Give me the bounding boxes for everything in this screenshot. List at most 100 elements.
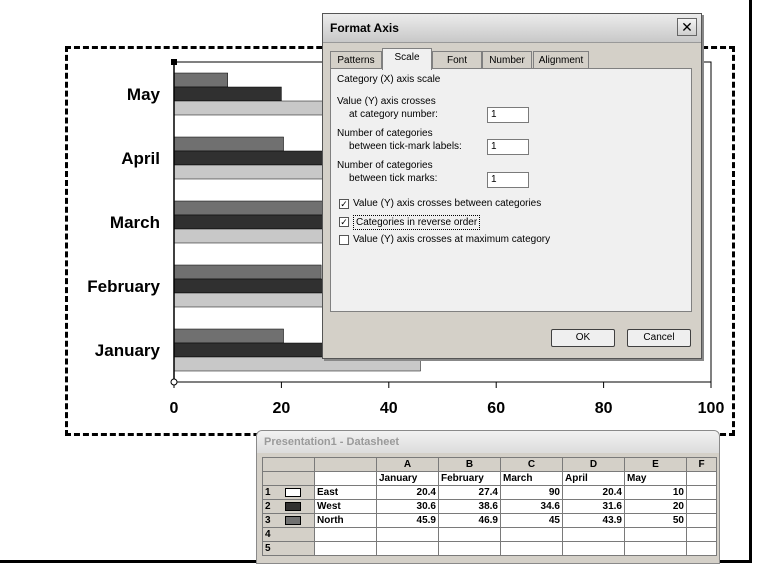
row-header[interactable]: 4: [262, 527, 315, 542]
scale-panel: Category (X) axis scale Value (Y) axis c…: [330, 68, 692, 312]
table-row: 5: [262, 541, 717, 556]
series-bar-icon: [284, 515, 301, 525]
cell[interactable]: [686, 485, 717, 500]
value-tick-label: 60: [487, 400, 505, 417]
tab-font[interactable]: Font: [432, 51, 482, 69]
value-cell[interactable]: [376, 527, 439, 542]
value-cell[interactable]: 50: [624, 513, 687, 528]
category-header-cell[interactable]: May: [624, 471, 687, 486]
value-cell[interactable]: [624, 527, 687, 542]
category-header-cell[interactable]: February: [438, 471, 501, 486]
category-row: January February March April May: [262, 471, 717, 486]
tab-number[interactable]: Number: [482, 51, 532, 69]
value-cell[interactable]: [562, 527, 625, 542]
value-cell[interactable]: 10: [624, 485, 687, 500]
cell[interactable]: [686, 527, 717, 542]
reverse-order-checkbox[interactable]: ✓: [339, 217, 349, 227]
ok-button[interactable]: OK: [551, 329, 615, 347]
crosses-between-label: Value (Y) axis crosses between categorie…: [353, 198, 542, 209]
tab-scale[interactable]: Scale: [382, 48, 432, 70]
row-number: 5: [265, 543, 271, 554]
column-header-blank[interactable]: [314, 457, 377, 472]
column-header[interactable]: D: [562, 457, 625, 472]
tab-alignment[interactable]: Alignment: [533, 51, 589, 69]
row-header[interactable]: 5: [262, 541, 315, 556]
value-cell[interactable]: 45.9: [376, 513, 439, 528]
value-cell[interactable]: [500, 541, 563, 556]
row-header[interactable]: 3: [262, 513, 315, 528]
column-header[interactable]: C: [500, 457, 563, 472]
tick-mark-spacing-label: Number of categories: [337, 160, 433, 171]
series-name-cell[interactable]: North: [314, 513, 377, 528]
value-cell[interactable]: 34.6: [500, 499, 563, 514]
column-header[interactable]: F: [686, 457, 717, 472]
value-cell[interactable]: 27.4: [438, 485, 501, 500]
table-row: 4: [262, 527, 717, 542]
row-header[interactable]: 1: [262, 485, 315, 500]
value-cell[interactable]: 31.6: [562, 499, 625, 514]
series-name-cell[interactable]: West: [314, 499, 377, 514]
value-cell[interactable]: [438, 541, 501, 556]
crosses-at-max-checkbox[interactable]: [339, 235, 349, 245]
datasheet-window: Presentation1 - Datasheet A B C D E F January F…: [256, 430, 720, 564]
section-heading: Category (X) axis scale: [337, 74, 441, 85]
series-name-cell[interactable]: [314, 541, 377, 556]
cell[interactable]: [686, 541, 717, 556]
datasheet-grid: A B C D E F January February March April May 1 East 2…: [262, 457, 717, 556]
table-row: 1 East 20.4 27.4 90 20.4 10: [262, 485, 717, 500]
cell[interactable]: [686, 499, 717, 514]
bar-april-1: [173, 136, 284, 152]
column-header-row: ABCDEF: [262, 457, 717, 472]
bar-january-2: [173, 342, 339, 358]
cancel-button[interactable]: Cancel: [627, 329, 691, 347]
crosses-at-category-input[interactable]: 1: [487, 107, 529, 123]
category-label: February: [87, 277, 160, 296]
category-header-cell[interactable]: April: [562, 471, 625, 486]
column-header[interactable]: A: [376, 457, 439, 472]
value-cell[interactable]: 30.6: [376, 499, 439, 514]
tick-label-spacing-label-2: between tick-mark labels:: [349, 141, 462, 152]
value-cell[interactable]: 20.4: [376, 485, 439, 500]
value-cell[interactable]: 45: [500, 513, 563, 528]
close-icon[interactable]: ✕: [677, 18, 697, 36]
value-cell[interactable]: [562, 541, 625, 556]
value-cell[interactable]: [438, 527, 501, 542]
row-header-blank[interactable]: [262, 471, 315, 486]
value-cell[interactable]: [624, 541, 687, 556]
cell[interactable]: [686, 513, 717, 528]
cell[interactable]: [314, 471, 377, 486]
format-axis-dialog: Format Axis ✕ Patterns Scale Font Number…: [322, 13, 702, 359]
column-header[interactable]: E: [624, 457, 687, 472]
dialog-titlebar: Format Axis ✕: [323, 14, 701, 43]
value-tick-label: 100: [698, 400, 725, 417]
series-name-cell[interactable]: [314, 527, 377, 542]
crosses-between-checkbox[interactable]: ✓: [339, 199, 349, 209]
value-tick-label: 80: [595, 400, 613, 417]
value-cell[interactable]: 43.9: [562, 513, 625, 528]
tick-label-spacing-input[interactable]: 1: [487, 139, 529, 155]
bar-january-1: [173, 328, 284, 344]
cell[interactable]: [686, 471, 717, 486]
value-cell[interactable]: 46.9: [438, 513, 501, 528]
category-header-cell[interactable]: March: [500, 471, 563, 486]
value-cell[interactable]: 20: [624, 499, 687, 514]
series-name-cell[interactable]: East: [314, 485, 377, 500]
value-cell[interactable]: [500, 527, 563, 542]
category-label: March: [110, 213, 160, 232]
tick-label-spacing-label: Number of categories: [337, 128, 433, 139]
tick-mark-spacing-input[interactable]: 1: [487, 172, 529, 188]
value-cell[interactable]: 38.6: [438, 499, 501, 514]
category-label: January: [95, 341, 161, 360]
value-cell[interactable]: 20.4: [562, 485, 625, 500]
bar-april-2: [173, 150, 344, 166]
category-header-cell[interactable]: January: [376, 471, 439, 486]
tab-patterns[interactable]: Patterns: [330, 51, 382, 69]
value-cell[interactable]: 90: [500, 485, 563, 500]
corner-cell[interactable]: [262, 457, 315, 472]
bar-january-3: [173, 356, 421, 372]
value-cell[interactable]: [376, 541, 439, 556]
row-number: 1: [265, 487, 271, 498]
column-header[interactable]: B: [438, 457, 501, 472]
row-header[interactable]: 2: [262, 499, 315, 514]
table-row: 2 West 30.6 38.6 34.6 31.6 20: [262, 499, 717, 514]
